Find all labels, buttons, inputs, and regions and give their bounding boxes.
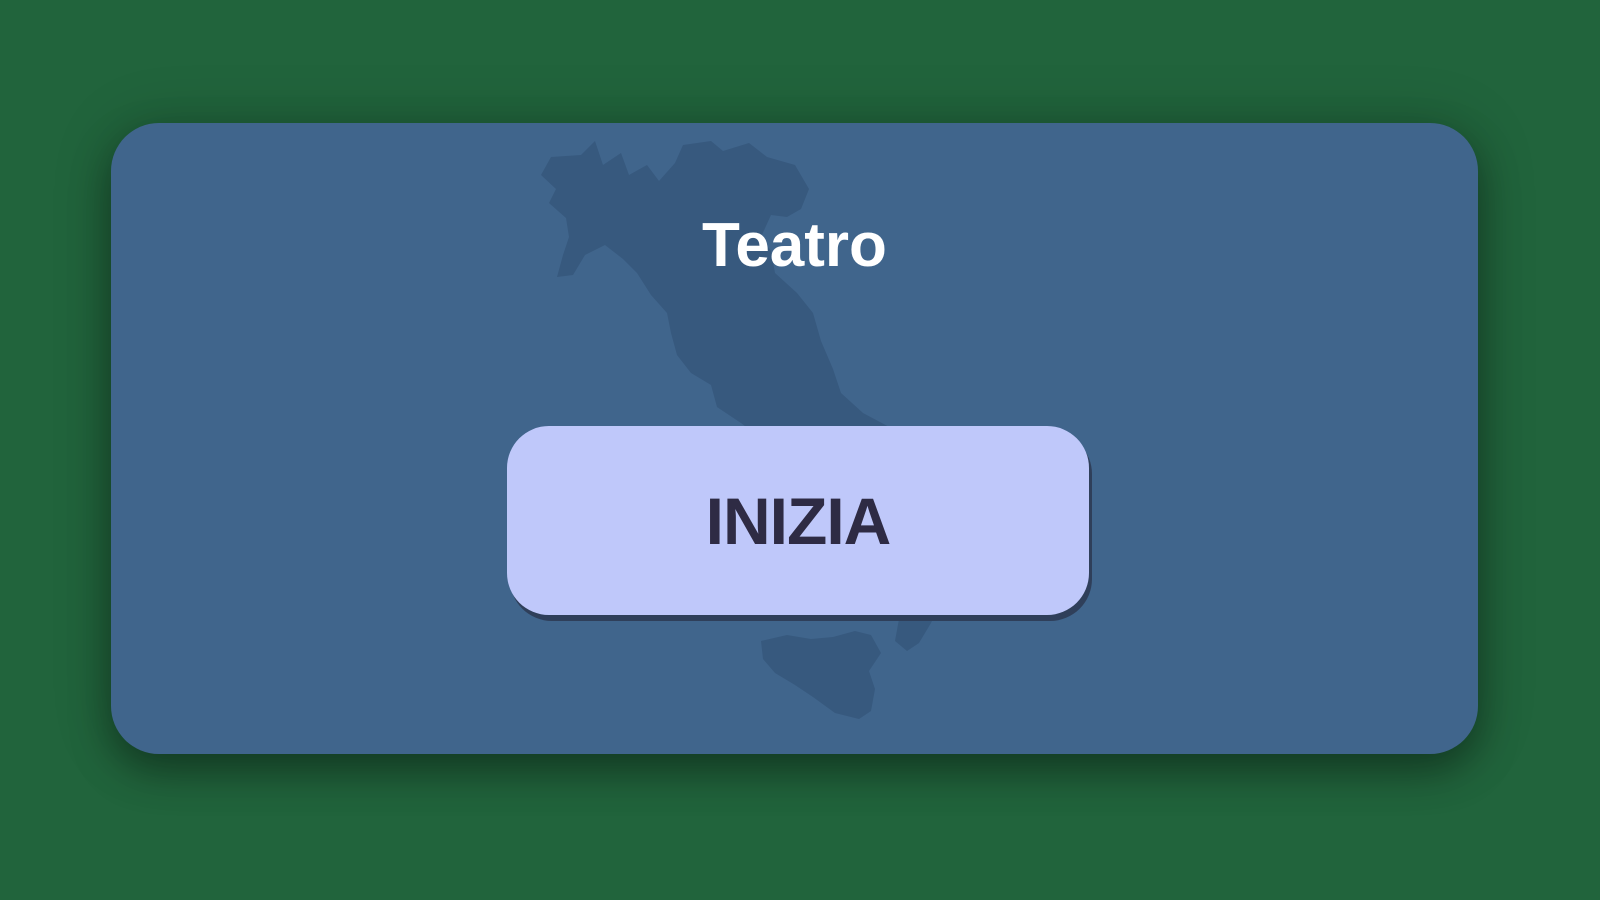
start-button[interactable]: INIZIA [507,426,1089,615]
page-title: Teatro [702,211,887,280]
screen: Teatro INIZIA [0,0,1600,900]
start-card: Teatro INIZIA [111,123,1478,754]
